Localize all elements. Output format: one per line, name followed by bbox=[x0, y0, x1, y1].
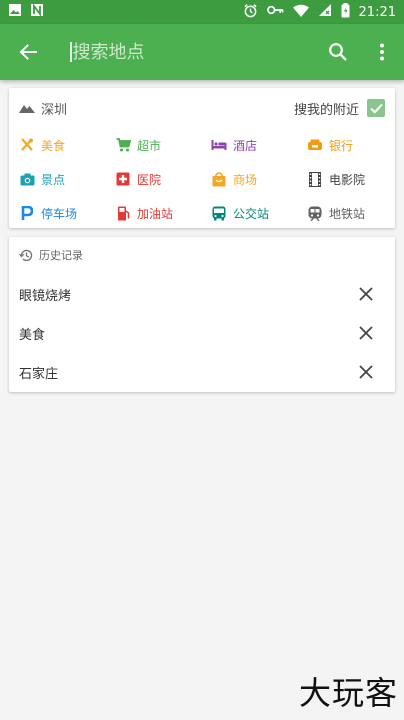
bank-icon bbox=[307, 137, 323, 153]
remove-history-button[interactable] bbox=[357, 285, 375, 303]
close-icon bbox=[359, 287, 373, 301]
category-bus-stop[interactable]: 公交站 bbox=[211, 196, 307, 230]
category-supermarket[interactable]: 超市 bbox=[115, 128, 211, 162]
location-row: 深圳 搜我的附近 bbox=[9, 96, 395, 120]
history-item-label: 美食 bbox=[19, 327, 46, 343]
category-food[interactable]: 美食 bbox=[19, 128, 115, 162]
shopping-bag-icon bbox=[211, 171, 227, 187]
image-notification-icon bbox=[8, 3, 22, 21]
history-item[interactable]: 石家庄 bbox=[9, 353, 395, 391]
bed-icon bbox=[211, 137, 227, 153]
history-item-label: 石家庄 bbox=[19, 366, 59, 382]
category-card: 深圳 搜我的附近 美食 超市 酒店 银行 景点 医院 商场 电影院 停车场 加油… bbox=[9, 88, 395, 228]
remove-history-button[interactable] bbox=[357, 324, 375, 342]
category-label: 地铁站 bbox=[329, 206, 366, 221]
search-field[interactable] bbox=[56, 24, 316, 80]
parking-icon bbox=[19, 205, 35, 221]
text-cursor bbox=[70, 42, 72, 62]
search-button[interactable] bbox=[316, 24, 360, 80]
history-item[interactable]: 美食 bbox=[9, 314, 395, 352]
n-notification-icon bbox=[30, 3, 44, 21]
category-bank[interactable]: 银行 bbox=[307, 128, 404, 162]
gas-station-icon bbox=[115, 205, 131, 221]
nearby-label: 搜我的附近 bbox=[293, 102, 359, 118]
terrain-icon bbox=[19, 105, 35, 113]
close-icon bbox=[359, 326, 373, 340]
history-title: 历史记录 bbox=[39, 249, 83, 262]
more-button[interactable] bbox=[360, 24, 404, 80]
hospital-icon bbox=[115, 171, 131, 187]
category-label: 美食 bbox=[41, 138, 66, 153]
history-header: 历史记录 bbox=[19, 247, 83, 263]
check-icon bbox=[369, 103, 383, 114]
battery-icon bbox=[341, 2, 350, 22]
category-hospital[interactable]: 医院 bbox=[115, 162, 211, 196]
history-card: 历史记录 眼镜烧烤 美食 石家庄 bbox=[9, 237, 395, 392]
arrow-back-icon bbox=[19, 44, 37, 60]
category-cinema[interactable]: 电影院 bbox=[307, 162, 404, 196]
history-icon bbox=[19, 249, 33, 261]
category-mall[interactable]: 商场 bbox=[211, 162, 307, 196]
nearby-checkbox[interactable] bbox=[367, 99, 385, 117]
watermark-logo: 大玩客 bbox=[298, 674, 398, 712]
category-label: 超市 bbox=[137, 138, 162, 153]
close-icon bbox=[359, 365, 373, 379]
utensils-icon bbox=[19, 137, 35, 153]
category-label: 景点 bbox=[41, 172, 66, 187]
category-label: 银行 bbox=[329, 138, 354, 153]
category-label: 停车场 bbox=[41, 206, 78, 221]
category-label: 商场 bbox=[233, 172, 258, 187]
search-icon bbox=[329, 43, 347, 61]
subway-icon bbox=[307, 205, 323, 221]
category-label: 电影院 bbox=[329, 172, 366, 187]
more-vert-icon bbox=[380, 43, 384, 61]
remove-history-button[interactable] bbox=[357, 363, 375, 381]
category-grid: 美食 超市 酒店 银行 景点 医院 商场 电影院 停车场 加油站 公交站 地铁站 bbox=[9, 128, 395, 230]
status-bar: 21:21 bbox=[0, 0, 404, 24]
category-label: 加油站 bbox=[137, 206, 174, 221]
category-label: 医院 bbox=[137, 172, 162, 187]
bus-icon bbox=[211, 205, 227, 221]
camera-icon bbox=[19, 171, 35, 187]
category-parking[interactable]: 停车场 bbox=[19, 196, 115, 230]
signal-icon bbox=[318, 3, 332, 21]
alarm-icon bbox=[243, 3, 258, 22]
wifi-icon bbox=[292, 4, 309, 21]
back-button[interactable] bbox=[0, 24, 56, 80]
category-subway[interactable]: 地铁站 bbox=[307, 196, 404, 230]
search-input[interactable] bbox=[72, 41, 293, 63]
vpn-key-icon bbox=[266, 4, 284, 20]
category-gas-station[interactable]: 加油站 bbox=[115, 196, 211, 230]
city-selector[interactable]: 深圳 bbox=[19, 99, 67, 118]
category-label: 酒店 bbox=[233, 138, 258, 153]
film-icon bbox=[307, 171, 323, 187]
status-time: 21:21 bbox=[358, 4, 396, 20]
history-item[interactable]: 眼镜烧烤 bbox=[9, 275, 395, 313]
category-attraction[interactable]: 景点 bbox=[19, 162, 115, 196]
app-bar bbox=[0, 24, 404, 80]
category-label: 公交站 bbox=[233, 206, 270, 221]
city-label: 深圳 bbox=[41, 102, 68, 118]
category-hotel[interactable]: 酒店 bbox=[211, 128, 307, 162]
cart-icon bbox=[115, 137, 131, 153]
history-item-label: 眼镜烧烤 bbox=[19, 288, 72, 304]
